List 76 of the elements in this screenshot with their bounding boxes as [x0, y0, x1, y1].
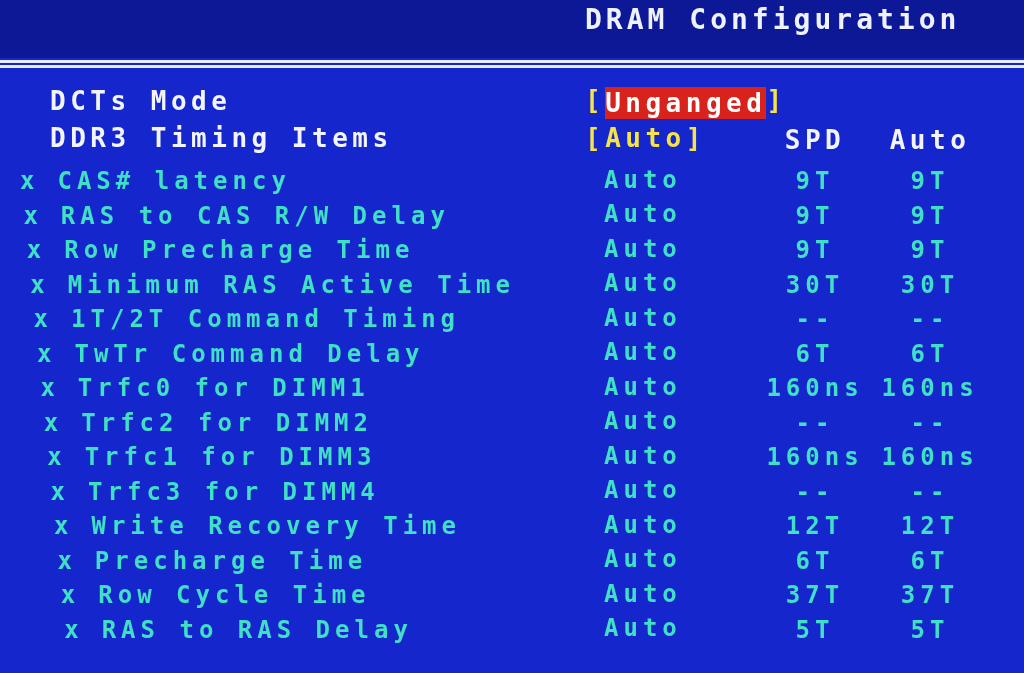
timing-label: Trfc1 for DIMM3	[84, 445, 377, 470]
spd-value: 6T	[795, 341, 835, 366]
timing-value: Auto	[604, 510, 682, 539]
timing-value: Auto	[604, 200, 682, 229]
auto-value: 160ns	[881, 445, 979, 470]
auto-value: 12T	[900, 514, 960, 539]
auto-value: 6T	[910, 548, 950, 573]
spd-value: 12T	[785, 514, 845, 539]
timing-label: Minimum RAS Active Time	[67, 272, 515, 297]
timing-value: Auto	[604, 614, 682, 643]
timing-value: Auto	[604, 303, 682, 332]
setting-label[interactable]: DDR3 Timing Items	[50, 123, 393, 153]
auto-value: 9T	[910, 203, 950, 228]
timing-value: Auto	[604, 338, 682, 367]
timing-value: Auto	[604, 234, 682, 263]
timing-value: Auto	[604, 476, 682, 505]
auto-value: --	[910, 479, 950, 504]
timing-label: RAS to RAS Delay	[101, 617, 413, 642]
disabled-marker: x	[50, 479, 71, 504]
timing-value: Auto	[604, 545, 682, 574]
setting-label[interactable]: DCTs Mode	[50, 86, 232, 116]
timing-value: Auto	[604, 372, 682, 401]
spd-value: 160ns	[766, 376, 864, 401]
auto-value: 9T	[910, 238, 950, 263]
timing-value: Auto	[604, 407, 682, 436]
disabled-marker: x	[60, 583, 81, 608]
column-header: Auto	[889, 126, 971, 153]
disabled-marker: x	[33, 307, 54, 332]
auto-value: 9T	[910, 169, 950, 194]
auto-value: 6T	[910, 341, 950, 366]
timing-value: Auto	[604, 579, 682, 608]
timing-value: Auto	[604, 165, 682, 194]
timing-value: Auto	[604, 269, 682, 298]
disabled-marker: x	[20, 169, 40, 194]
timing-label: Trfc2 for DIMM2	[81, 410, 373, 435]
column-header: SPD	[784, 126, 846, 153]
spd-value: --	[795, 410, 835, 435]
disabled-marker: x	[30, 272, 50, 297]
disabled-marker: x	[43, 410, 64, 435]
timing-label: Trfc0 for DIMM1	[77, 376, 370, 401]
timing-label: Row Precharge Time	[64, 238, 415, 263]
timing-label: Write Recovery Time	[91, 514, 461, 539]
disabled-marker: x	[23, 203, 43, 228]
timing-label: Trfc3 for DIMM4	[88, 479, 380, 504]
disabled-marker: x	[26, 238, 47, 263]
spd-value: 9T	[795, 238, 835, 263]
disabled-marker: x	[47, 445, 67, 470]
disabled-marker: x	[40, 376, 60, 401]
timing-label: CAS# latency	[57, 169, 291, 194]
timing-label: Row Cycle Time	[98, 583, 371, 608]
timing-label: RAS to CAS R/W Delay	[60, 203, 450, 228]
timing-label: 1T/2T Command Timing	[71, 307, 461, 332]
spd-value: 37T	[785, 583, 845, 608]
spd-value: 30T	[785, 272, 845, 297]
auto-value: 5T	[910, 617, 950, 642]
timing-label: TwTr Command Delay	[74, 341, 425, 366]
spd-value: --	[795, 479, 835, 504]
setting-value[interactable]: [Auto]	[585, 125, 706, 151]
disabled-marker: x	[57, 548, 77, 573]
spd-value: 5T	[795, 617, 835, 642]
spd-value: 9T	[795, 169, 835, 194]
spd-value: 6T	[795, 548, 835, 573]
disabled-marker: x	[64, 617, 84, 642]
auto-value: 37T	[900, 583, 960, 608]
auto-value: 30T	[900, 272, 960, 297]
auto-value: 160ns	[881, 376, 979, 401]
disabled-marker: x	[54, 514, 74, 539]
timing-label: Precharge Time	[94, 548, 368, 573]
auto-value: --	[910, 307, 950, 332]
screen-title: DRAM Configuration	[585, 6, 961, 34]
timing-value: Auto	[604, 441, 682, 470]
spd-value: 9T	[795, 203, 835, 228]
auto-value: --	[910, 410, 950, 435]
disabled-marker: x	[37, 341, 57, 366]
spd-value: 160ns	[766, 445, 864, 470]
spd-value: --	[795, 307, 835, 332]
